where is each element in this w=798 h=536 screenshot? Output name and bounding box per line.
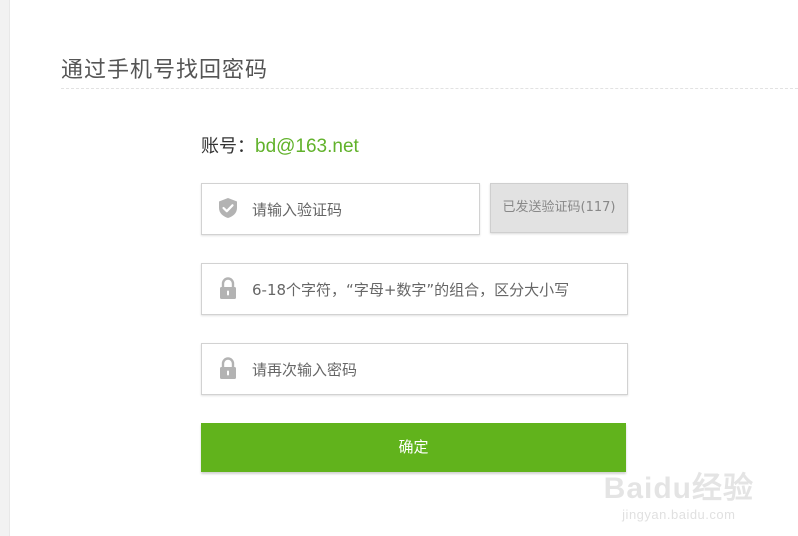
baidu-jingyan-watermark: Baidu经验 jingyan.baidu.com (604, 463, 754, 522)
verification-code-placeholder: 请输入验证码 (252, 201, 343, 219)
page-title: 通过手机号找回密码 (61, 58, 269, 83)
password-input[interactable]: 6-18个字符，“字母+数字”的组合，区分大小写 (201, 263, 628, 315)
send-code-button[interactable]: 已发送验证码(117) (490, 183, 628, 233)
lock-icon (216, 356, 240, 380)
lock-icon (216, 276, 240, 300)
confirm-password-input[interactable]: 请再次输入密码 (201, 343, 628, 395)
shield-check-icon (216, 196, 240, 220)
watermark-url: jingyan.baidu.com (622, 507, 736, 522)
left-rail (0, 0, 10, 536)
title-divider (61, 88, 798, 89)
confirm-password-placeholder: 请再次输入密码 (252, 361, 358, 379)
confirm-button[interactable]: 确定 (201, 423, 626, 472)
account-label: 账号： (201, 136, 255, 157)
account-value: bd@163.net (255, 136, 359, 157)
account-row: 账号：bd@163.net (201, 132, 359, 158)
verification-code-input[interactable]: 请输入验证码 (201, 183, 480, 235)
password-placeholder: 6-18个字符，“字母+数字”的组合，区分大小写 (252, 281, 570, 299)
watermark-logo: Baidu经验 (603, 472, 754, 505)
